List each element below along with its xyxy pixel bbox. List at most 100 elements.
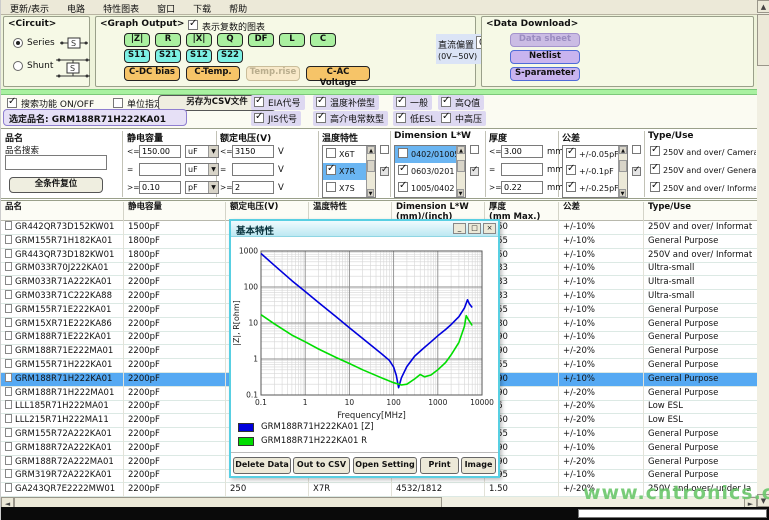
shunt-radio[interactable] <box>13 61 23 71</box>
type-use-checkbox[interactable] <box>650 182 660 192</box>
type-use-option-2[interactable]: 250V and over/ Informat <box>650 182 756 193</box>
category-chip-chips_row1-1[interactable]: 温度补偿型 <box>313 95 379 110</box>
dimension-option-checkbox[interactable] <box>398 148 408 158</box>
filter-value-input[interactable] <box>139 181 181 194</box>
graph-button-r[interactable]: R <box>155 33 181 47</box>
reset-all-filters-button[interactable]: 全条件复位 <box>9 177 103 193</box>
category-chip-chips_row2-0[interactable]: JIS代号 <box>251 111 301 126</box>
dimension-option-checkbox[interactable] <box>398 182 408 192</box>
dimension-option-0[interactable]: 0402/01005 <box>395 146 457 163</box>
minimize-icon[interactable]: _ <box>453 223 466 234</box>
dimension-option-checkbox[interactable] <box>398 165 408 175</box>
temp-char-selectall-checkbox[interactable] <box>380 145 389 154</box>
graph-button-c[interactable]: C <box>310 33 336 47</box>
netlist-button[interactable]: Netlist <box>510 50 580 64</box>
scroll-down-icon[interactable]: ▼ <box>457 189 464 197</box>
type-use-option-0[interactable]: 250V and over/ Camera <box>650 146 756 157</box>
graph-button-x[interactable]: |X| <box>186 33 212 47</box>
temp-char-option-0[interactable]: X6T <box>323 146 367 163</box>
menu-item-5[interactable]: 帮助 <box>220 0 256 15</box>
maximize-icon[interactable]: □ <box>468 223 481 234</box>
vertical-scrollbar[interactable]: ▲▼ <box>757 0 769 507</box>
filter-value-input[interactable] <box>232 181 274 194</box>
scroll-thumb[interactable] <box>367 160 375 172</box>
close-icon[interactable]: × <box>483 223 496 234</box>
chip-checkbox[interactable] <box>396 97 406 107</box>
temp-char-option-checkbox[interactable] <box>326 148 336 158</box>
category-chip-chips_row1-2[interactable]: 一般 <box>393 95 432 110</box>
chip-checkbox[interactable] <box>441 113 451 123</box>
category-chip-chips_row2-1[interactable]: 高介电常数型 <box>313 111 388 126</box>
graph-button-temprise[interactable]: Temp.rise <box>246 66 300 81</box>
graph-button-ctemp[interactable]: C-Temp. <box>186 66 240 81</box>
out-to-csv-button[interactable]: Out to CSV <box>293 457 350 474</box>
temp-char-selectnone-checkbox[interactable] <box>380 167 389 176</box>
category-chip-chips_row2-3[interactable]: 中高压 <box>438 111 486 126</box>
chevron-down-icon[interactable]: ▼ <box>208 146 218 157</box>
menu-item-1[interactable]: 电路 <box>58 0 94 15</box>
popup-titlebar[interactable]: 基本特性 _ □ × <box>231 221 498 237</box>
tolerance-scrollbar[interactable]: ▲▼ <box>618 146 627 197</box>
scroll-down-icon[interactable]: ▼ <box>367 189 374 197</box>
column-header-0[interactable]: 品名 <box>1 202 123 221</box>
scroll-down-icon[interactable]: ▼ <box>619 189 626 197</box>
temp-char-option-1[interactable]: X7R <box>323 163 367 180</box>
graph-button-s12[interactable]: S12 <box>186 49 212 63</box>
scroll-down-icon[interactable]: ▼ <box>757 494 769 507</box>
tolerance-option-checkbox[interactable] <box>566 148 576 158</box>
category-chip-chips_row1-3[interactable]: 高Q值 <box>438 95 484 110</box>
series-radio[interactable] <box>13 38 23 48</box>
filter-value-input[interactable] <box>501 163 543 176</box>
menu-item-0[interactable]: 更新/表示 <box>1 0 58 15</box>
filter-value-input[interactable] <box>139 163 181 176</box>
s-parameter-button[interactable]: S-parameter <box>510 67 580 81</box>
image-button[interactable]: Image <box>461 457 496 474</box>
graph-button-cdcbias[interactable]: C-DC bias <box>124 66 180 81</box>
column-header-7[interactable]: Type/Use <box>643 202 757 221</box>
toggle-checkbox-0[interactable] <box>7 98 17 108</box>
graph-button-df[interactable]: DF <box>248 33 274 47</box>
chevron-down-icon[interactable]: ▼ <box>208 164 218 175</box>
graph-button-z[interactable]: |Z| <box>124 33 150 47</box>
filter-value-input[interactable] <box>139 145 181 158</box>
unit-select[interactable]: uF▼ <box>185 163 219 176</box>
scroll-up-icon[interactable]: ▲ <box>757 0 769 13</box>
graph-button-cacvoltage[interactable]: C-AC Voltage <box>306 66 370 81</box>
temp-char-scrollbar[interactable]: ▲▼ <box>366 146 375 197</box>
print-button[interactable]: Print <box>420 457 459 474</box>
graph-button-q[interactable]: Q <box>217 33 243 47</box>
dimension-scrollbar[interactable]: ▲▼ <box>456 146 465 197</box>
category-chip-chips_row1-0[interactable]: EIA代号 <box>251 95 305 110</box>
tolerance-option-checkbox[interactable] <box>566 165 576 175</box>
chip-checkbox[interactable] <box>254 97 264 107</box>
unit-select[interactable]: pF▼ <box>185 181 219 194</box>
filter-value-input[interactable] <box>501 181 543 194</box>
menu-item-3[interactable]: 窗口 <box>148 0 184 15</box>
dimension-selectall-checkbox[interactable] <box>470 145 479 154</box>
filter-value-input[interactable] <box>232 145 274 158</box>
dimension-selectnone-checkbox[interactable] <box>470 167 479 176</box>
filter-value-input[interactable] <box>232 163 274 176</box>
type-use-option-1[interactable]: 250V and over/ General <box>650 164 756 175</box>
tolerance-option-0[interactable]: +/-0.05pF <box>563 146 619 163</box>
column-header-1[interactable]: 静电容量 <box>123 202 225 221</box>
graph-button-l[interactable]: L <box>279 33 305 47</box>
table-row-19[interactable]: GA243QR7E2222MW012200pF250X7R4532/18121.… <box>1 483 757 497</box>
dimension-option-2[interactable]: 1005/0402 <box>395 180 457 197</box>
tolerance-option-2[interactable]: +/-0.25pF <box>563 180 619 197</box>
column-header-6[interactable]: 公差 <box>558 202 643 221</box>
toggle-checkbox-1[interactable] <box>113 98 123 108</box>
chip-checkbox[interactable] <box>254 113 264 123</box>
chip-checkbox[interactable] <box>396 113 406 123</box>
graph-button-s22[interactable]: S22 <box>217 49 243 63</box>
category-chip-chips_row2-2[interactable]: 低ESL <box>393 111 439 126</box>
chip-checkbox[interactable] <box>441 97 451 107</box>
tolerance-option-1[interactable]: +/-0.1pF <box>563 163 619 180</box>
data-sheet-button[interactable]: Data sheet <box>510 33 580 47</box>
delete-data-button[interactable]: Delete Data <box>233 457 291 474</box>
menu-item-2[interactable]: 特性图表 <box>94 0 148 15</box>
open-setting-button[interactable]: Open Setting <box>353 457 417 474</box>
show-complex-chart-checkbox[interactable] <box>188 20 198 30</box>
graph-button-s11[interactable]: S11 <box>124 49 150 63</box>
chevron-down-icon[interactable]: ▼ <box>208 182 218 193</box>
